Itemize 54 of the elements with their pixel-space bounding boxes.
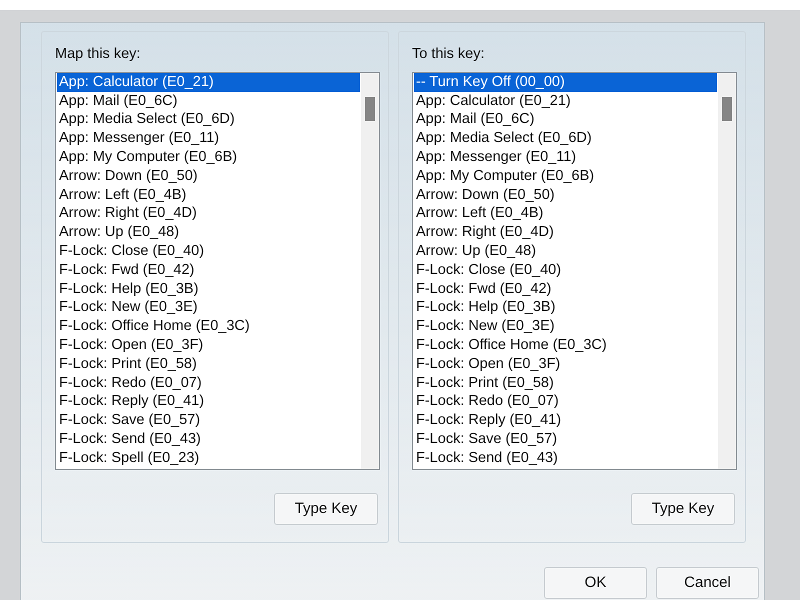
list-item[interactable]: Arrow: Right (E0_4D) bbox=[414, 223, 717, 242]
list-item[interactable]: F-Lock: Help (E0_3B) bbox=[57, 280, 360, 298]
list-item[interactable]: Arrow: Left (E0_4B) bbox=[414, 204, 717, 224]
list-item[interactable]: Arrow: Up (E0_48) bbox=[414, 242, 717, 261]
list-item[interactable]: F-Lock: Close (E0_40) bbox=[414, 260, 717, 280]
list-item[interactable]: F-Lock: Office Home (E0_3C) bbox=[414, 336, 717, 355]
list-item[interactable]: F-Lock: Print (E0_58) bbox=[414, 374, 717, 392]
list-item[interactable]: App: Calculator (E0_21) bbox=[57, 72, 360, 92]
scrollbar[interactable] bbox=[718, 72, 736, 469]
list-item[interactable]: F-Lock: Fwd (E0_42) bbox=[414, 280, 717, 298]
list-item[interactable]: Arrow: Left (E0_4B) bbox=[57, 186, 360, 204]
list-item[interactable]: -- Turn Key Off (00_00) bbox=[414, 72, 717, 92]
list-item[interactable]: F-Lock: Save (E0_57) bbox=[57, 411, 360, 430]
list-item[interactable]: App: Mail (E0_6C) bbox=[414, 110, 717, 130]
list-item[interactable]: F-Lock: Spell (E0_23) bbox=[57, 448, 360, 468]
list-label: Map this key: bbox=[55, 45, 142, 64]
cancel-button[interactable]: Cancel bbox=[656, 567, 759, 599]
list-item[interactable]: F-Lock: Save (E0_57) bbox=[414, 430, 717, 449]
list-item[interactable]: Arrow: Right (E0_4D) bbox=[57, 204, 360, 224]
type-key-button[interactable]: Type Key bbox=[631, 492, 735, 525]
type-key-button[interactable]: Type Key bbox=[274, 492, 378, 525]
list-item[interactable]: App: Messenger (E0_11) bbox=[57, 129, 360, 148]
scrollbar-thumb[interactable] bbox=[722, 96, 732, 121]
key-listbox[interactable] bbox=[55, 72, 380, 470]
list-item[interactable]: F-Lock: Redo (E0_07) bbox=[414, 392, 717, 412]
list-item[interactable]: Arrow: Down (E0_50) bbox=[57, 166, 360, 186]
list-item[interactable]: F-Lock: Send (E0_43) bbox=[414, 448, 717, 468]
list-item[interactable]: App: My Computer (E0_6B) bbox=[414, 166, 717, 186]
scrollbar-thumb[interactable] bbox=[365, 96, 375, 121]
list-item[interactable]: F-Lock: Office Home (E0_3C) bbox=[57, 317, 360, 336]
key-listbox[interactable] bbox=[412, 72, 737, 470]
list-item[interactable]: App: Calculator (E0_21) bbox=[414, 92, 717, 110]
list-item[interactable]: F-Lock: New (E0_3E) bbox=[57, 298, 360, 318]
list-item[interactable]: App: My Computer (E0_6B) bbox=[57, 148, 360, 167]
list-item[interactable]: F-Lock: Fwd (E0_42) bbox=[57, 260, 360, 280]
list-item[interactable]: F-Lock: Open (E0_3F) bbox=[414, 354, 717, 374]
list-label: To this key: bbox=[412, 45, 486, 64]
list-item[interactable]: App: Mail (E0_6C) bbox=[57, 92, 360, 110]
list-item[interactable]: F-Lock: Send (E0_43) bbox=[57, 430, 360, 449]
list-item[interactable]: App: Messenger (E0_11) bbox=[414, 148, 717, 167]
list-item[interactable]: App: Media Select (E0_6D) bbox=[414, 129, 717, 148]
list-item[interactable]: F-Lock: Reply (E0_41) bbox=[414, 411, 717, 430]
list-item[interactable]: F-Lock: Redo (E0_07) bbox=[57, 374, 360, 392]
list-item[interactable]: Arrow: Up (E0_48) bbox=[57, 223, 360, 242]
list-item[interactable]: Arrow: Down (E0_50) bbox=[414, 186, 717, 204]
list-item[interactable]: App: Media Select (E0_6D) bbox=[57, 110, 360, 130]
list-item[interactable]: F-Lock: Reply (E0_41) bbox=[57, 392, 360, 412]
list-item[interactable]: F-Lock: Open (E0_3F) bbox=[57, 336, 360, 355]
list-item[interactable]: F-Lock: New (E0_3E) bbox=[414, 317, 717, 336]
list-item[interactable]: F-Lock: Help (E0_3B) bbox=[414, 298, 717, 318]
ok-button[interactable]: OK bbox=[544, 567, 647, 599]
list-item[interactable]: F-Lock: Print (E0_58) bbox=[57, 354, 360, 374]
scrollbar[interactable] bbox=[361, 72, 379, 469]
list-item[interactable]: F-Lock: Close (E0_40) bbox=[57, 242, 360, 261]
